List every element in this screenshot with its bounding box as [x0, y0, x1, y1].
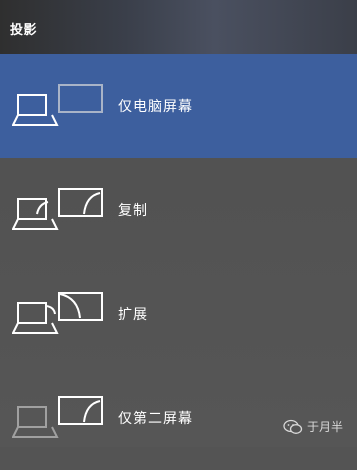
duplicate-icon	[11, 184, 106, 234]
project-panel: 投影 仅电脑屏幕 复制 扩展 仅第二屏幕 于月半	[0, 0, 357, 447]
extend-icon	[11, 288, 106, 338]
watermark-text: 于月半	[306, 420, 343, 434]
panel-title: 投影	[10, 23, 38, 38]
option-label: 仅电脑屏幕	[118, 99, 193, 115]
watermark: 于月半	[283, 418, 343, 435]
option-label: 仅第二屏幕	[118, 411, 193, 427]
option-pc-screen-only[interactable]: 仅电脑屏幕	[0, 54, 357, 158]
panel-header: 投影	[0, 0, 357, 54]
option-label: 复制	[118, 203, 148, 219]
option-duplicate[interactable]: 复制	[0, 158, 357, 262]
pc-screen-only-icon	[11, 80, 106, 130]
option-label: 扩展	[118, 307, 148, 323]
second-screen-only-icon	[11, 392, 106, 442]
option-extend[interactable]: 扩展	[0, 262, 357, 366]
wechat-icon	[283, 419, 303, 434]
